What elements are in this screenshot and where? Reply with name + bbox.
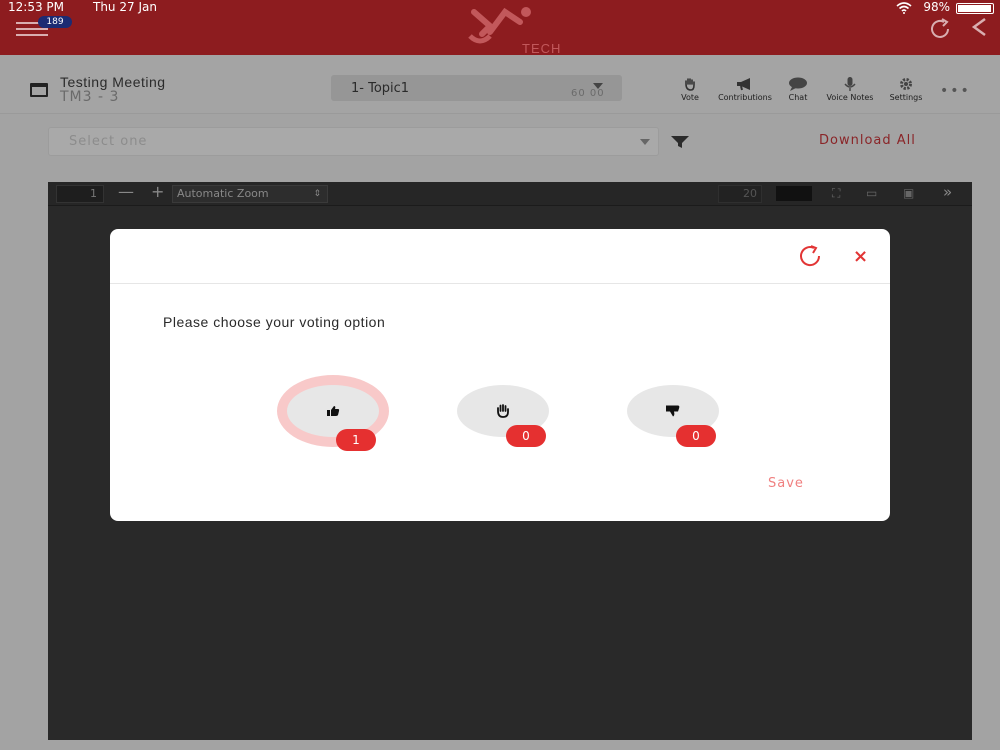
topic-timer: 60 00 (571, 88, 605, 99)
refresh-icon[interactable] (928, 18, 954, 40)
thumbs-down-icon (666, 405, 680, 417)
toolbar-label: Chat (788, 93, 808, 102)
toolbar-label: Contributions (718, 93, 772, 102)
select-arrows-icon: ⇕ (313, 189, 321, 199)
toolbar-contributions[interactable]: Contributions (714, 77, 776, 102)
topic-select[interactable]: 1- Topic1 60 00 (331, 75, 622, 101)
toolbar-chat[interactable]: Chat (784, 77, 812, 102)
zoom-in-button[interactable]: + (151, 182, 164, 201)
vote-count: 1 (336, 429, 376, 451)
vote-count: 0 (676, 425, 716, 447)
battery-percent: 98% (923, 0, 950, 14)
battery-icon (956, 3, 994, 14)
double-chevron-right-icon[interactable]: » (943, 183, 952, 201)
download-icon[interactable]: ▣ (903, 186, 914, 200)
dialog-header: × (110, 229, 890, 284)
wifi-icon (896, 2, 912, 14)
hand-icon (497, 404, 509, 418)
logo-text: TECH (522, 41, 562, 56)
topic-selected: 1- Topic1 (351, 81, 410, 96)
print-icon[interactable]: ▭ (866, 186, 877, 200)
vote-count: 0 (506, 425, 546, 447)
chevron-down-icon (593, 83, 603, 89)
meeting-subtitle: TM3 - 3 (60, 89, 120, 105)
notification-badge: 189 (38, 16, 72, 28)
thumbs-up-icon (327, 406, 340, 416)
voting-prompt: Please choose your voting option (163, 314, 386, 330)
refresh-icon[interactable] (798, 245, 824, 267)
toolbar-label: Voice Notes (826, 93, 874, 102)
save-button[interactable]: Save (768, 476, 804, 491)
zoom-value: Automatic Zoom (177, 187, 269, 200)
page-number-input[interactable]: 1 (56, 185, 104, 203)
toolbar-label: Settings (889, 93, 923, 102)
gear-icon (900, 78, 912, 90)
microphone-icon (844, 77, 856, 91)
filter-icon[interactable] (670, 135, 690, 149)
viewer-search-box[interactable] (776, 186, 812, 201)
app-header: 12:53 PM Thu 27 Jan 98% 189 TECH (0, 0, 1000, 56)
status-date: Thu 27 Jan (93, 0, 157, 14)
toolbar-voice-notes[interactable]: Voice Notes (822, 77, 878, 102)
hand-icon (685, 78, 695, 91)
voting-dialog: × Please choose your voting option 1 0 0… (110, 229, 890, 521)
chevron-down-icon (640, 139, 650, 145)
filter-placeholder: Select one (69, 134, 148, 149)
more-options-icon[interactable]: ••• (940, 83, 971, 99)
document-filter-select[interactable]: Select one (48, 127, 659, 156)
chat-icon (789, 77, 807, 91)
meeting-title: Testing Meeting (60, 74, 166, 90)
close-icon[interactable]: × (853, 246, 868, 267)
toolbar-label: Vote (681, 93, 699, 102)
toolbar-vote[interactable]: Vote (677, 77, 703, 102)
megaphone-icon (737, 78, 750, 91)
viewer-toolbar: 1 — + Automatic Zoom ⇕ 20 ⛶ ▭ ▣ » (48, 182, 972, 206)
calendar-icon (30, 83, 48, 97)
zoom-out-button[interactable]: — (118, 182, 134, 201)
fullscreen-icon[interactable]: ⛶ (832, 186, 840, 201)
status-time: 12:53 PM (8, 0, 64, 14)
back-arrow-icon[interactable] (970, 17, 988, 37)
download-all-link[interactable]: Download All (819, 133, 916, 148)
page-count: 20 (718, 185, 762, 203)
toolbar-settings[interactable]: Settings (886, 77, 926, 102)
zoom-select[interactable]: Automatic Zoom ⇕ (172, 185, 328, 203)
meeting-header: Testing Meeting TM3 - 3 1- Topic1 60 00 … (0, 55, 1000, 114)
